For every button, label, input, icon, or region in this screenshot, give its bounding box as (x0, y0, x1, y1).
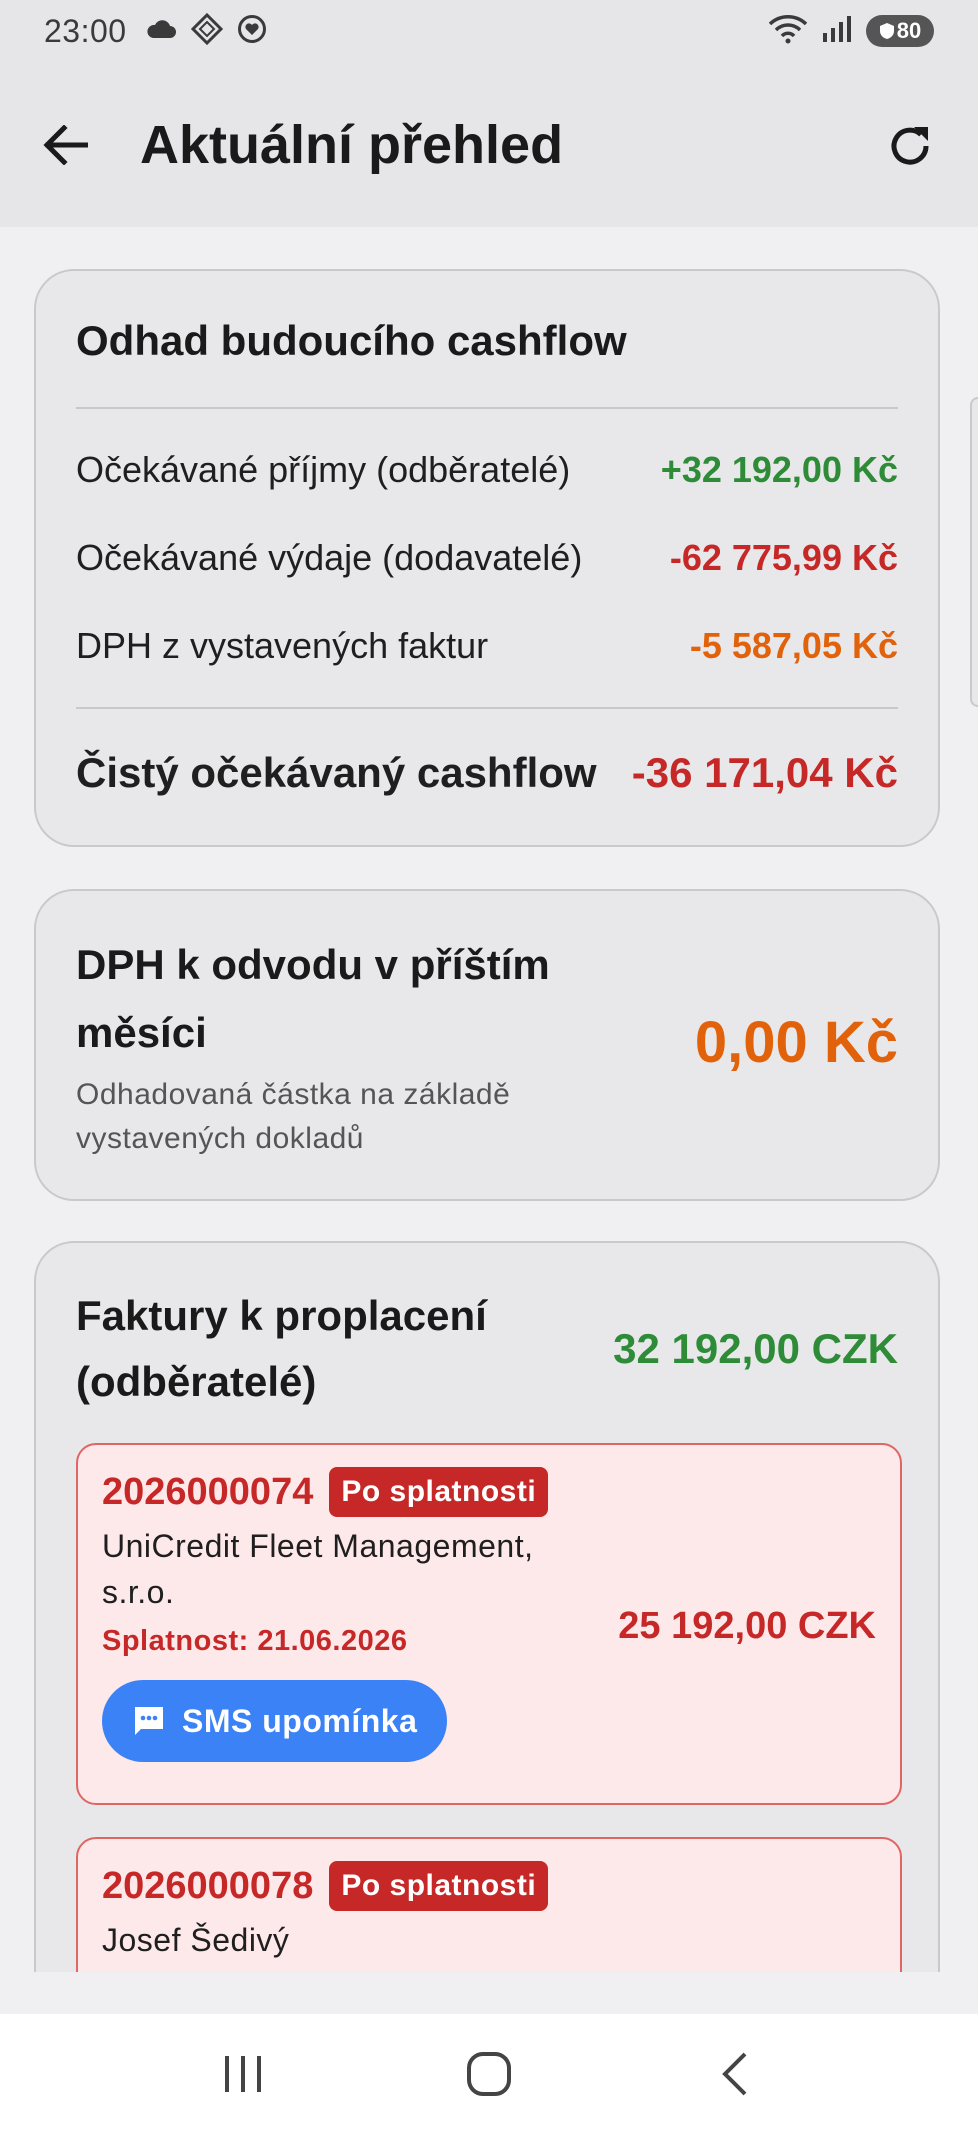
vat-card-subtitle: Odhadovaná částka na základě vystavených… (76, 1078, 511, 1155)
receivables-title: Faktury k proplacení (odběratelé) (76, 1292, 487, 1405)
vat-value: -5 587,05 Kč (689, 625, 898, 666)
divider (76, 707, 898, 709)
receivables-card: Faktury k proplacení (odběratelé) 32 192… (34, 1241, 940, 1972)
cashflow-total-row: Čistý očekávaný cashflow -36 171,04 Kč (76, 749, 898, 797)
recents-icon (225, 2056, 261, 2092)
vat-label: DPH z vystavených faktur (76, 625, 489, 666)
invoice-client: UniCredit Fleet Management, s.r.o. (102, 1528, 534, 1610)
invoice-amount: 25 192,00 CZK (618, 1605, 876, 1647)
status-badge: Po splatnosti (329, 1467, 549, 1517)
arrow-left-icon (43, 124, 88, 165)
invoice-header: 2026000078 Po splatnosti (102, 1861, 876, 1911)
invoice-number: 2026000078 (102, 1864, 314, 1907)
back-icon (722, 2052, 747, 2096)
status-time: 23:00 (44, 12, 127, 49)
receivables-total: 32 192,00 CZK (613, 1325, 898, 1372)
expenses-value: -62 775,99 Kč (669, 537, 898, 578)
cashflow-card: Odhad budoucího cashflow Očekávané příjm… (34, 269, 940, 847)
invoice-number: 2026000074 (102, 1470, 314, 1513)
total-value: -36 171,04 Kč (631, 749, 898, 796)
sms-reminder-label: SMS upomínka (182, 1702, 418, 1739)
app-bar: Aktuální přehled (0, 62, 978, 227)
divider (76, 407, 898, 409)
invoice-header: 2026000074 Po splatnosti (102, 1467, 876, 1517)
status-left: 23:00 (44, 12, 267, 50)
recents-button[interactable] (203, 2034, 283, 2114)
invoice-card[interactable]: 2026000074 Po splatnosti UniCredit Fleet… (76, 1443, 902, 1805)
total-label: Čistý očekávaný cashflow (76, 749, 597, 796)
battery-level: 80 (896, 18, 922, 43)
back-nav-button[interactable] (695, 2034, 775, 2114)
invoice-client: Josef Šedivý (102, 1922, 290, 1958)
status-right: 80 (768, 14, 934, 49)
income-label: Očekávané příjmy (odběratelé) (76, 449, 571, 490)
vat-card: DPH k odvodu v příštím měsíci Odhadovaná… (34, 889, 940, 1201)
refresh-icon (891, 127, 929, 165)
scroll-handle[interactable] (970, 397, 978, 707)
cashflow-row-vat: DPH z vystavených faktur -5 587,05 Kč (76, 625, 898, 667)
system-nav-bar (0, 2014, 978, 2134)
cashflow-row-expenses: Očekávané výdaje (dodavatelé) -62 775,99… (76, 537, 898, 579)
cashflow-title: Odhad budoucího cashflow (76, 317, 627, 364)
message-icon (135, 1707, 163, 1735)
status-icons (145, 12, 267, 50)
home-button[interactable] (449, 2034, 529, 2114)
page-title: Aktuální přehled (140, 114, 564, 175)
expenses-label: Očekávané výdaje (dodavatelé) (76, 537, 583, 578)
refresh-button[interactable] (882, 118, 938, 174)
home-icon (467, 2052, 511, 2096)
status-bar: 23:00 80 (0, 0, 978, 62)
wifi-icon (768, 14, 808, 49)
back-button[interactable] (40, 120, 90, 170)
invoice-card[interactable]: 2026000078 Po splatnosti Josef Šedivý (76, 1837, 902, 1972)
cloud-icon (145, 18, 177, 45)
heart-icon (237, 14, 267, 49)
vat-card-amount: 0,00 Kč (694, 1010, 898, 1075)
sms-reminder-button[interactable]: SMS upomínka (102, 1680, 448, 1762)
cashflow-row-income: Očekávané příjmy (odběratelé) +32 192,00… (76, 449, 898, 491)
vat-card-title: DPH k odvodu v příštím měsíci (76, 941, 550, 1056)
battery-icon: 80 (866, 15, 934, 47)
signal-icon (822, 15, 852, 48)
diamond-icon (190, 12, 223, 50)
status-badge: Po splatnosti (329, 1861, 549, 1911)
income-value: +32 192,00 Kč (660, 449, 898, 490)
scroll-content[interactable]: Odhad budoucího cashflow Očekávané příjm… (0, 227, 978, 1972)
